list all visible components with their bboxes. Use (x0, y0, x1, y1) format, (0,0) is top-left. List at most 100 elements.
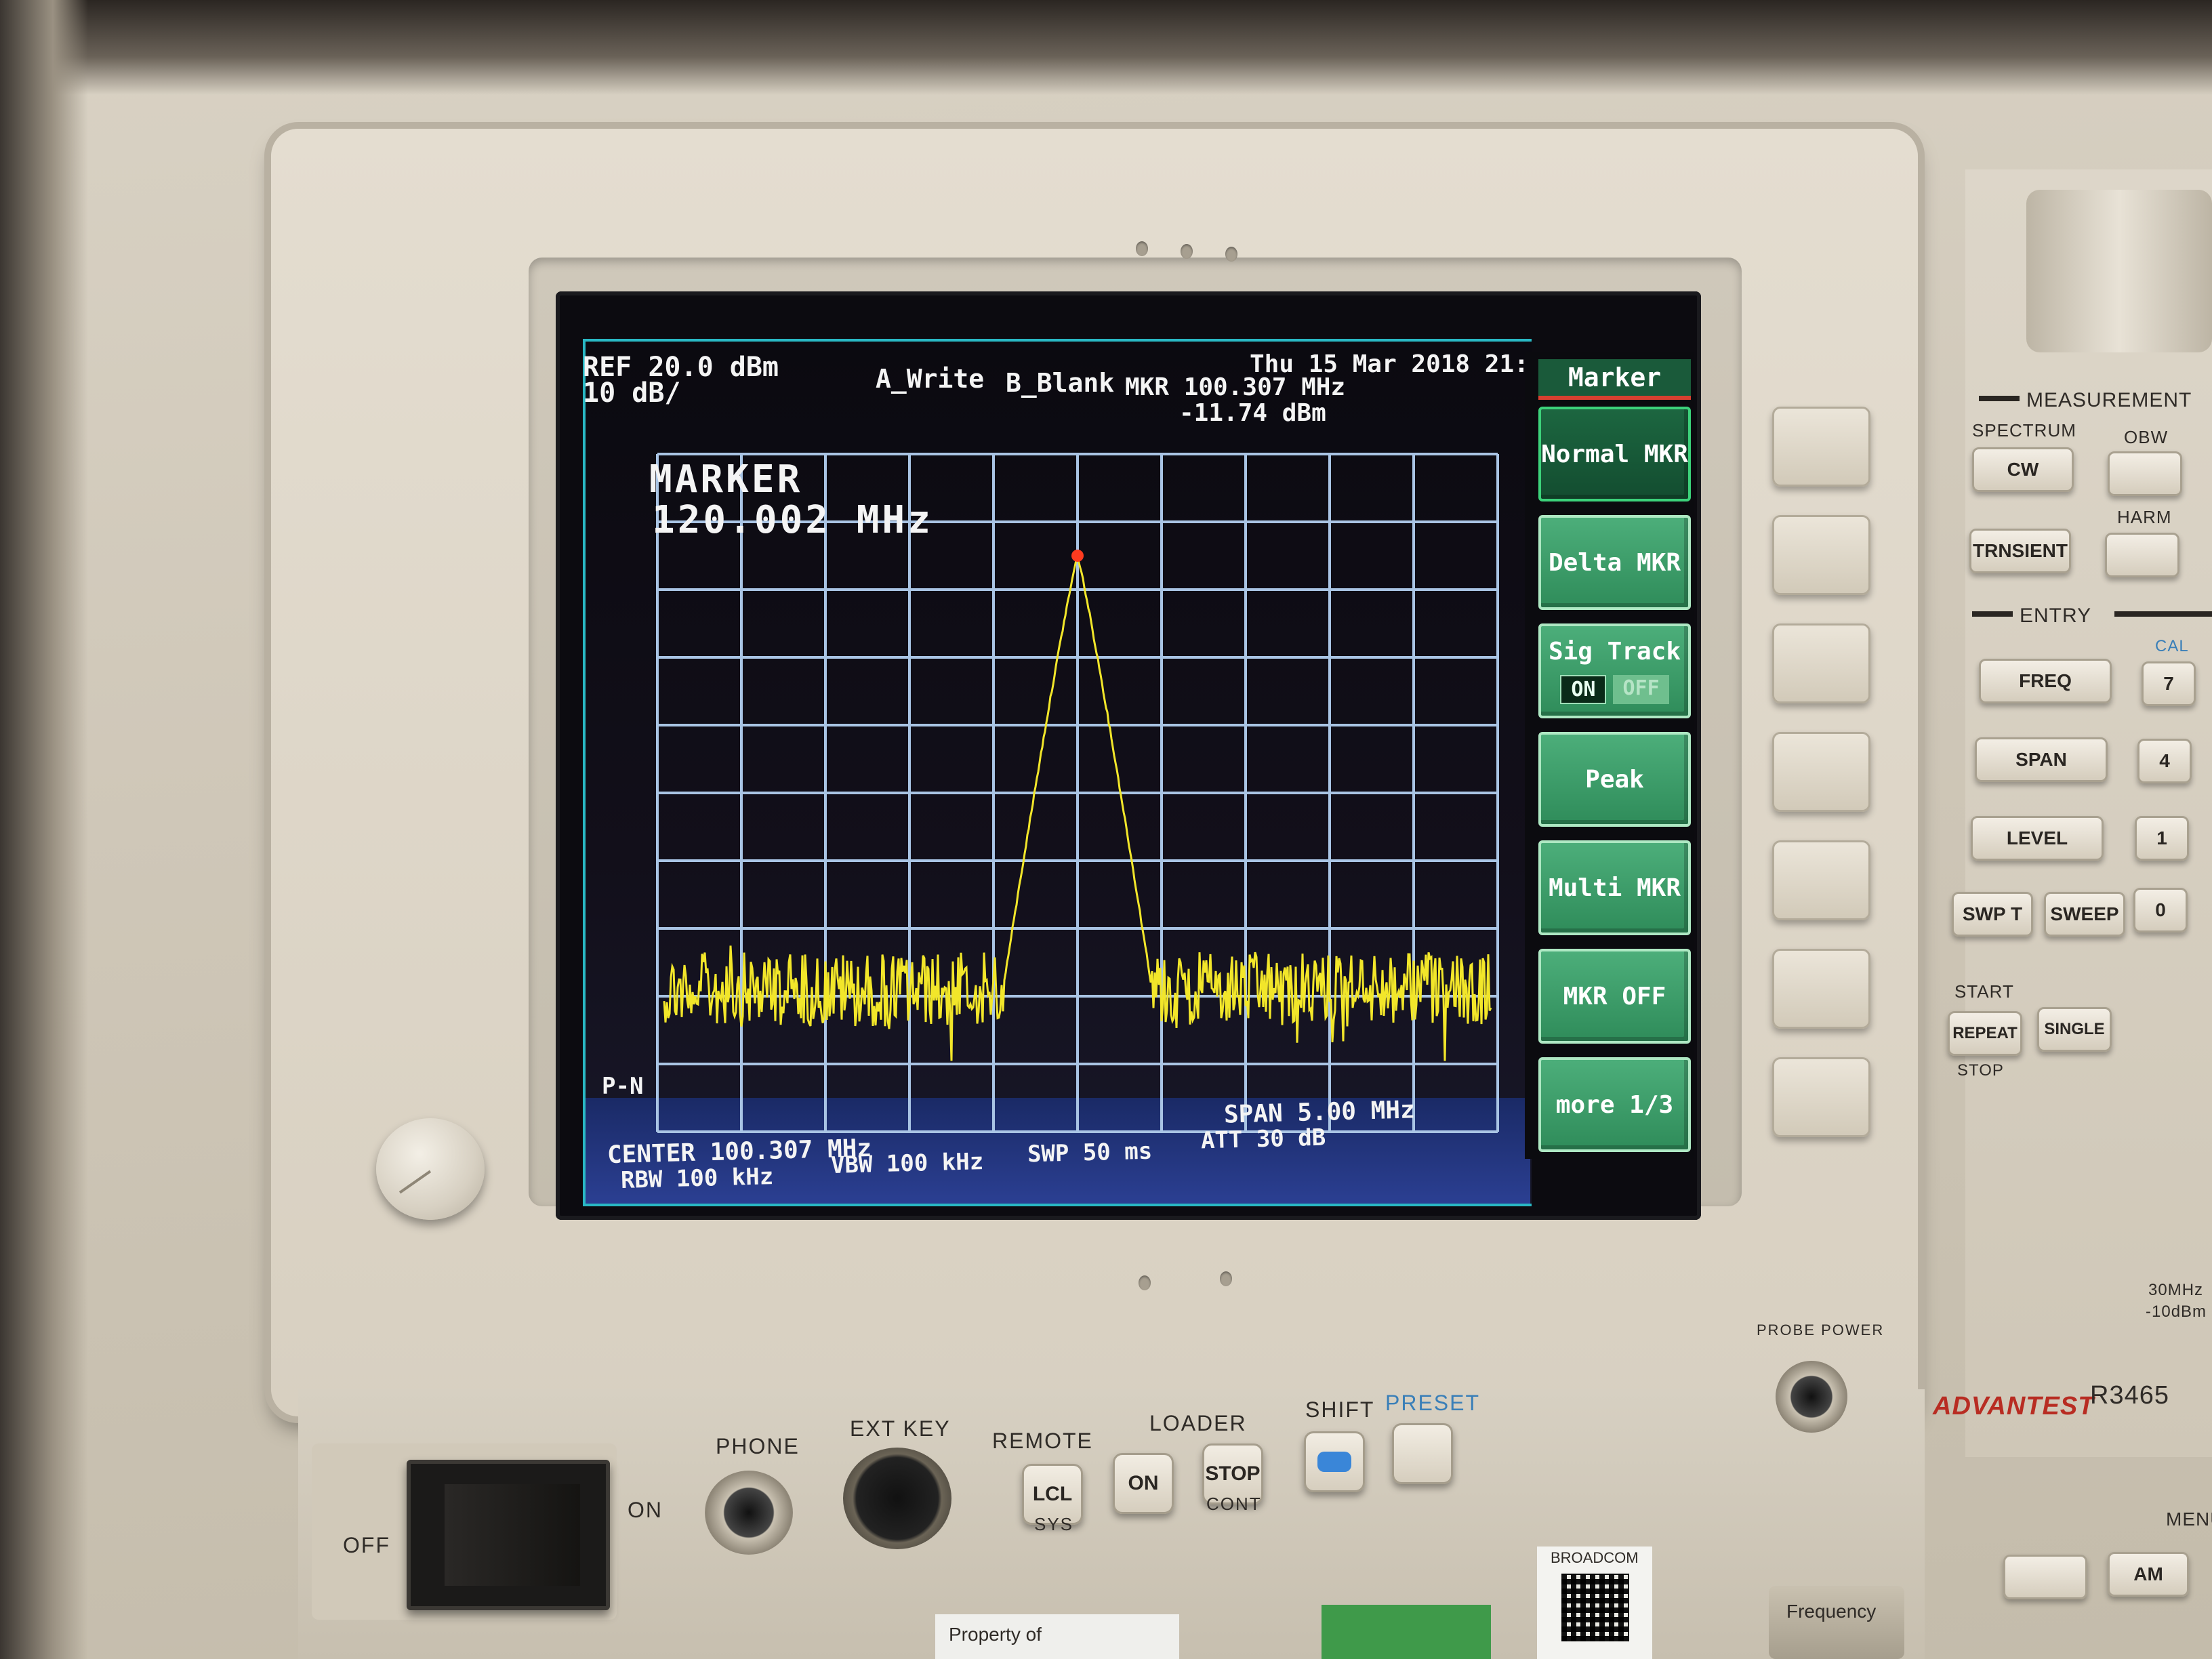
marker-point (1071, 550, 1084, 562)
top-shadow (0, 0, 2212, 95)
brand-logo: ADVANTEST (1933, 1392, 2095, 1420)
power-switch[interactable] (407, 1460, 610, 1610)
mode-button[interactable] (2003, 1555, 2087, 1599)
loader-on-button[interactable]: ON (1113, 1453, 1174, 1514)
trace-b-mode: B_Blank (1006, 368, 1115, 398)
softkey-more[interactable]: more 1/3 (1538, 1057, 1691, 1152)
transient-button[interactable]: TRNSIENT (1969, 529, 2071, 573)
softkey-delta-mkr[interactable]: Delta MKR (1538, 515, 1691, 610)
floppy-drive[interactable] (2026, 190, 2212, 352)
key-7-button[interactable]: 7 (2142, 661, 2196, 706)
marker-label: MARKER (649, 457, 803, 501)
cal-out-freq: 30MHz (2148, 1281, 2204, 1299)
attenuation: ATT 30 dB (1200, 1124, 1326, 1155)
rbw-value: RBW 100 kHz (620, 1163, 774, 1194)
sig-track-on: ON (1560, 675, 1607, 704)
preset-label: PRESET (1385, 1391, 1481, 1415)
sig-track-off: OFF (1613, 675, 1669, 704)
hw-softkey-7[interactable] (1772, 1057, 1870, 1137)
cw-button[interactable]: CW (1972, 447, 2074, 492)
qr-code (1561, 1574, 1629, 1641)
power-off-label: OFF (343, 1533, 390, 1557)
sweep-button[interactable]: SWEEP (2044, 892, 2125, 937)
ref-level: REF 20.0 dBm (583, 352, 779, 383)
asset-tag-sticker: BROADCOM (1537, 1547, 1652, 1659)
hw-softkey-3[interactable] (1772, 623, 1870, 703)
shift-led (1317, 1452, 1351, 1472)
remote-label: REMOTE (992, 1429, 1093, 1453)
bezel-dot (1225, 247, 1237, 262)
left-edge (0, 0, 88, 1659)
frequency-knob-cap[interactable]: Frequency (1769, 1586, 1904, 1659)
spectrum-graticule (656, 453, 1499, 1133)
loader-label: LOADER (1149, 1411, 1247, 1435)
probe-power-label: PROBE POWER (1757, 1322, 1885, 1338)
sig-track-label: Sig Track (1548, 638, 1681, 665)
single-button[interactable]: SINGLE (2037, 1007, 2112, 1052)
softkey-multi-mkr[interactable]: Multi MKR (1538, 840, 1691, 935)
vbw-value: VBW 100 kHz (830, 1148, 984, 1179)
am-button[interactable]: AM (2108, 1552, 2189, 1597)
shift-label: SHIFT (1305, 1397, 1375, 1422)
softkey-normal-mkr[interactable]: Normal MKR (1538, 407, 1691, 501)
preset-button[interactable] (1392, 1423, 1453, 1484)
softkey-mkr-off[interactable]: MKR OFF (1538, 949, 1691, 1044)
hw-softkey-2[interactable] (1772, 515, 1870, 595)
hw-softkey-5[interactable] (1772, 840, 1870, 920)
marker-freq-readout: MKR 100.307 MHz (1125, 373, 1346, 401)
cal-out-level: -10dBm (2146, 1303, 2207, 1321)
property-sticker: Property of (935, 1614, 1179, 1659)
calibration-sticker (1322, 1605, 1491, 1659)
softkey-sig-track[interactable]: Sig Track ON OFF (1538, 623, 1691, 718)
spectrum-label: SPECTRUM (1972, 420, 2076, 441)
key-4-button[interactable]: 4 (2137, 739, 2192, 783)
entry-bar-right (2114, 611, 2212, 617)
entry-label: ENTRY (2020, 605, 2092, 627)
span-button[interactable]: SPAN (1975, 737, 2108, 782)
bezel-dot (1139, 1275, 1151, 1290)
hw-softkey-4[interactable] (1772, 732, 1870, 812)
broadcom-label: BROADCOM (1551, 1549, 1639, 1566)
sys-label: SYS (1034, 1514, 1074, 1534)
date-time: Thu 15 Mar 2018 21:58 (1250, 350, 1559, 378)
level-button[interactable]: LEVEL (1971, 816, 2104, 861)
phone-jack[interactable] (705, 1471, 793, 1555)
swp-t-button[interactable]: SWP T (1952, 892, 2033, 937)
key-0-button[interactable]: 0 (2133, 888, 2188, 933)
freq-button[interactable]: FREQ (1979, 659, 2112, 703)
phone-label: PHONE (716, 1434, 800, 1458)
ext-key-label: EXT KEY (850, 1416, 951, 1441)
hw-softkey-6[interactable] (1772, 949, 1870, 1029)
marker-value: 120.002 MHz (652, 498, 933, 542)
detector-mode: P-N (602, 1073, 644, 1100)
scale-per-div: 10 dB/ (583, 377, 681, 409)
marker-level-readout: -11.74 dBm (1179, 399, 1326, 427)
knob-indicator (398, 1170, 432, 1194)
right-control-panel (1965, 169, 2212, 1457)
obw-button[interactable] (2108, 451, 2182, 496)
brightness-knob[interactable] (376, 1118, 485, 1220)
obw-label: OBW (2124, 427, 2169, 447)
cont-label: CONT (1206, 1494, 1262, 1514)
sweep-time: SWP 50 ms (1027, 1137, 1153, 1168)
start-label: START (1954, 981, 2014, 1002)
menu-title: Marker (1538, 359, 1691, 400)
harm-button[interactable] (2105, 533, 2179, 577)
harm-label: HARM (2117, 507, 2172, 527)
ext-key-connector[interactable] (843, 1448, 951, 1549)
probe-power-jack[interactable] (1776, 1361, 1847, 1433)
softkey-peak[interactable]: Peak (1538, 732, 1691, 827)
key-1-button[interactable]: 1 (2135, 816, 2189, 861)
power-rocker (445, 1484, 580, 1586)
stop-label: STOP (1957, 1061, 2004, 1080)
hw-softkey-1[interactable] (1772, 407, 1870, 487)
repeat-button[interactable]: REPEAT (1948, 1011, 2022, 1056)
shift-button[interactable] (1304, 1431, 1365, 1492)
entry-bar-left (1972, 611, 2013, 617)
trace-a-mode: A_Write (876, 364, 985, 394)
model-number: R3465 (2090, 1381, 2169, 1410)
span-value: SPAN 5.00 MHz (1223, 1096, 1416, 1129)
frequency-label: Frequency (1786, 1601, 1877, 1622)
power-on-label: ON (628, 1498, 663, 1522)
bezel-dot (1136, 241, 1148, 256)
